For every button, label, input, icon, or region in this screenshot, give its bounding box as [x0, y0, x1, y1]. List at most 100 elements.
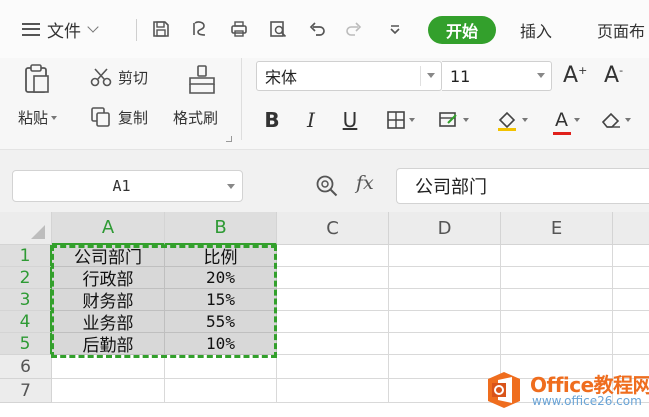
cell-a3[interactable]: 财务部 [52, 289, 165, 312]
caret-down-icon [573, 118, 580, 122]
row-header-2[interactable]: 2 [0, 267, 52, 289]
cell-d5[interactable] [389, 333, 501, 355]
cell-f2[interactable] [613, 267, 649, 289]
cell-a5[interactable]: 后勤部 [52, 333, 165, 356]
column-header-f[interactable] [613, 212, 649, 245]
ribbon: 粘贴 剪切 复制 格式刷 宋体 11 A + A - B I U A [0, 58, 649, 150]
increase-font-button[interactable]: A + [563, 63, 587, 88]
cell-f5[interactable] [613, 333, 649, 355]
cell-a6[interactable] [52, 355, 165, 379]
increase-font-icon: A [563, 63, 579, 88]
cell-f3[interactable] [613, 289, 649, 311]
cell-c1[interactable] [277, 245, 389, 267]
print-preview-icon[interactable] [267, 18, 289, 40]
cell-a1[interactable]: 公司部门 [52, 245, 165, 268]
format-painter-button[interactable]: 格式刷 [173, 107, 218, 128]
cell-f1[interactable] [613, 245, 649, 267]
export-pdf-icon[interactable] [189, 18, 211, 40]
print-icon[interactable] [228, 18, 250, 40]
clipboard-dialog-launcher[interactable] [226, 136, 232, 142]
caret-down-icon [427, 73, 435, 78]
cell-c6[interactable] [277, 355, 389, 379]
borders-button[interactable] [378, 106, 422, 134]
caret-down-icon [537, 73, 545, 78]
cell-format-icon [438, 112, 457, 127]
cell-d3[interactable] [389, 289, 501, 311]
name-box-value: A1 [112, 177, 131, 195]
row-header-5[interactable]: 5 [0, 333, 52, 355]
underline-button[interactable]: U [339, 106, 361, 134]
undo-icon[interactable] [306, 18, 328, 40]
paste-menu[interactable]: 粘贴 [18, 107, 58, 128]
cell-a2[interactable]: 行政部 [52, 267, 165, 290]
row-header-4[interactable]: 4 [0, 311, 52, 333]
caret-down-icon [51, 115, 58, 120]
divider [136, 19, 137, 41]
caret-down-icon [521, 118, 528, 122]
cell-b2[interactable]: 20% [165, 267, 277, 289]
cell-e5[interactable] [501, 333, 613, 355]
cell-a7[interactable] [52, 379, 165, 403]
copy-button[interactable]: 复制 [90, 106, 148, 128]
row-header-1[interactable]: 1 [0, 245, 52, 267]
cell-c4[interactable] [277, 311, 389, 333]
cell-b3[interactable]: 15% [165, 289, 277, 311]
zoom-icon[interactable] [314, 173, 340, 199]
paint-bucket-icon [497, 111, 516, 131]
border-icon [386, 111, 405, 129]
column-header-b[interactable]: B [165, 212, 277, 245]
cell-b1[interactable]: 比例 [165, 245, 277, 268]
font-name-select[interactable]: 宋体 [256, 61, 442, 91]
tab-page-layout[interactable]: 页面布 [597, 16, 649, 44]
cell-d4[interactable] [389, 311, 501, 333]
italic-button[interactable]: I [301, 106, 321, 134]
column-header-a[interactable]: A [52, 212, 165, 245]
caret-down-icon [227, 184, 235, 189]
cell-a4[interactable]: 业务部 [52, 311, 165, 334]
paste-label: 粘贴 [18, 109, 49, 127]
cell-c3[interactable] [277, 289, 389, 311]
format-painter-icon[interactable] [187, 64, 217, 96]
select-all-corner[interactable] [0, 212, 52, 245]
column-header-d[interactable]: D [389, 212, 501, 245]
column-header-e[interactable]: E [501, 212, 613, 245]
cell-c7[interactable] [277, 379, 389, 403]
cell-c5[interactable] [277, 333, 389, 355]
cell-e3[interactable] [501, 289, 613, 311]
fill-color-button[interactable] [488, 106, 534, 134]
file-menu[interactable]: 文件 [22, 15, 99, 43]
save-icon[interactable] [150, 18, 172, 40]
cell-style-button[interactable] [431, 106, 475, 134]
tab-home[interactable]: 开始 [428, 16, 496, 44]
cell-e2[interactable] [501, 267, 613, 289]
cell-e1[interactable] [501, 245, 613, 267]
customize-toolbar-icon[interactable] [384, 18, 406, 40]
redo-icon[interactable] [343, 18, 365, 40]
formula-input[interactable]: 公司部门 [396, 168, 649, 204]
row-header-7[interactable]: 7 [0, 379, 52, 403]
tab-insert[interactable]: 插入 [520, 16, 552, 44]
row-header-6[interactable]: 6 [0, 355, 52, 379]
cut-button[interactable]: 剪切 [90, 66, 148, 88]
caret-down-icon [462, 118, 469, 122]
font-color-button[interactable]: A [544, 106, 588, 135]
eraser-icon [601, 112, 620, 128]
cell-f4[interactable] [613, 311, 649, 333]
cell-b7[interactable] [165, 379, 277, 403]
font-size-select[interactable]: 11 [442, 61, 552, 91]
cell-b6[interactable] [165, 355, 277, 379]
clear-format-button[interactable] [600, 106, 649, 134]
cell-d1[interactable] [389, 245, 501, 267]
cell-b4[interactable]: 55% [165, 311, 277, 333]
paste-button[interactable] [22, 62, 52, 96]
insert-function-button[interactable]: fx [356, 172, 374, 194]
cell-e4[interactable] [501, 311, 613, 333]
row-header-3[interactable]: 3 [0, 289, 52, 311]
cell-d2[interactable] [389, 267, 501, 289]
decrease-font-button[interactable]: A- [604, 63, 623, 88]
column-header-c[interactable]: C [277, 212, 389, 245]
cell-b5[interactable]: 10% [165, 333, 277, 355]
cell-c2[interactable] [277, 267, 389, 289]
bold-button[interactable]: B [262, 106, 282, 134]
name-box[interactable]: A1 [12, 170, 243, 202]
